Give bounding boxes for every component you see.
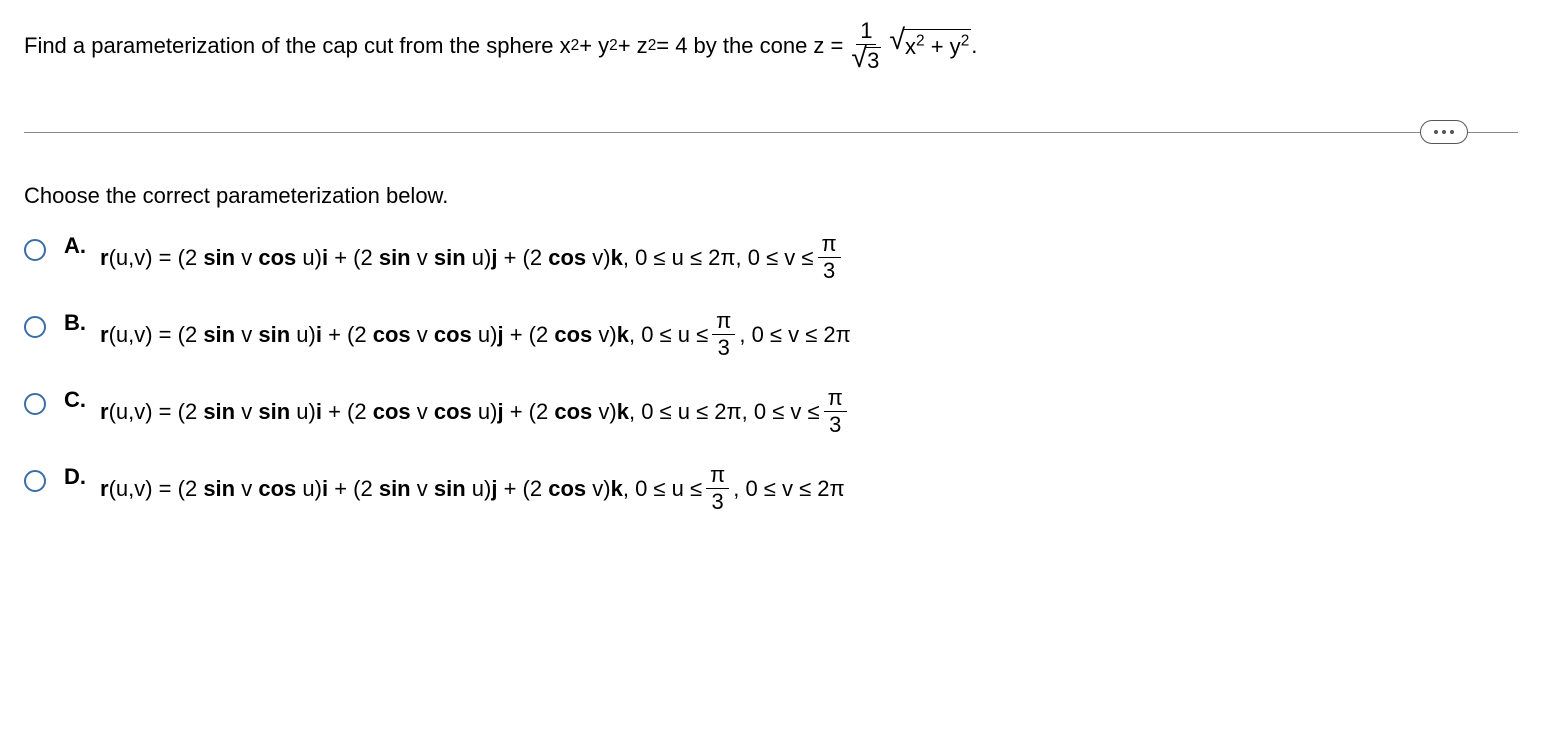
sqrt-3: √ 3 bbox=[851, 47, 881, 72]
option-a: A. r(u,v) = (2 sin v cos u)i + (2 sin v … bbox=[24, 233, 1518, 282]
option-c: C. r(u,v) = (2 sin v sin u)i + (2 cos v … bbox=[24, 387, 1518, 436]
option-text-a: r(u,v) = (2 sin v cos u)i + (2 sin v sin… bbox=[100, 233, 845, 282]
question-part4: = 4 by the cone z = bbox=[656, 31, 843, 62]
frac-den: √ 3 bbox=[847, 45, 885, 72]
more-options-button[interactable] bbox=[1420, 120, 1468, 144]
question-text: Find a parameterization of the cap cut f… bbox=[24, 20, 1518, 72]
sqrt-content-xy: x2 + y2 bbox=[903, 29, 971, 63]
sqrt-content: 3 bbox=[865, 47, 881, 72]
question-part2: + y bbox=[579, 31, 609, 62]
cone-fraction: 1 √ 3 bbox=[847, 20, 885, 72]
options-list: A. r(u,v) = (2 sin v cos u)i + (2 sin v … bbox=[24, 233, 1518, 513]
frac-c: π 3 bbox=[824, 387, 847, 436]
instruction-text: Choose the correct parameterization belo… bbox=[24, 183, 1518, 209]
section-divider bbox=[24, 132, 1518, 133]
radio-b[interactable] bbox=[24, 316, 46, 338]
option-letter-a: A. bbox=[64, 233, 88, 259]
option-text-c: r(u,v) = (2 sin v sin u)i + (2 cos v cos… bbox=[100, 387, 851, 436]
sqrt-xy: √ x2 + y2 bbox=[889, 29, 971, 63]
radio-c[interactable] bbox=[24, 393, 46, 415]
option-text-d: r(u,v) = (2 sin v cos u)i + (2 sin v sin… bbox=[100, 464, 845, 513]
radio-d[interactable] bbox=[24, 470, 46, 492]
question-part3: + z bbox=[618, 31, 648, 62]
frac-b: π 3 bbox=[712, 310, 735, 359]
frac-d: π 3 bbox=[706, 464, 729, 513]
option-d: D. r(u,v) = (2 sin v cos u)i + (2 sin v … bbox=[24, 464, 1518, 513]
option-letter-d: D. bbox=[64, 464, 88, 490]
frac-a: π 3 bbox=[818, 233, 841, 282]
option-letter-c: C. bbox=[64, 387, 88, 413]
question-period: . bbox=[971, 31, 977, 62]
radio-a[interactable] bbox=[24, 239, 46, 261]
option-text-b: r(u,v) = (2 sin v sin u)i + (2 cos v cos… bbox=[100, 310, 851, 359]
option-b: B. r(u,v) = (2 sin v sin u)i + (2 cos v … bbox=[24, 310, 1518, 359]
option-letter-b: B. bbox=[64, 310, 88, 336]
question-part1: Find a parameterization of the cap cut f… bbox=[24, 31, 571, 62]
